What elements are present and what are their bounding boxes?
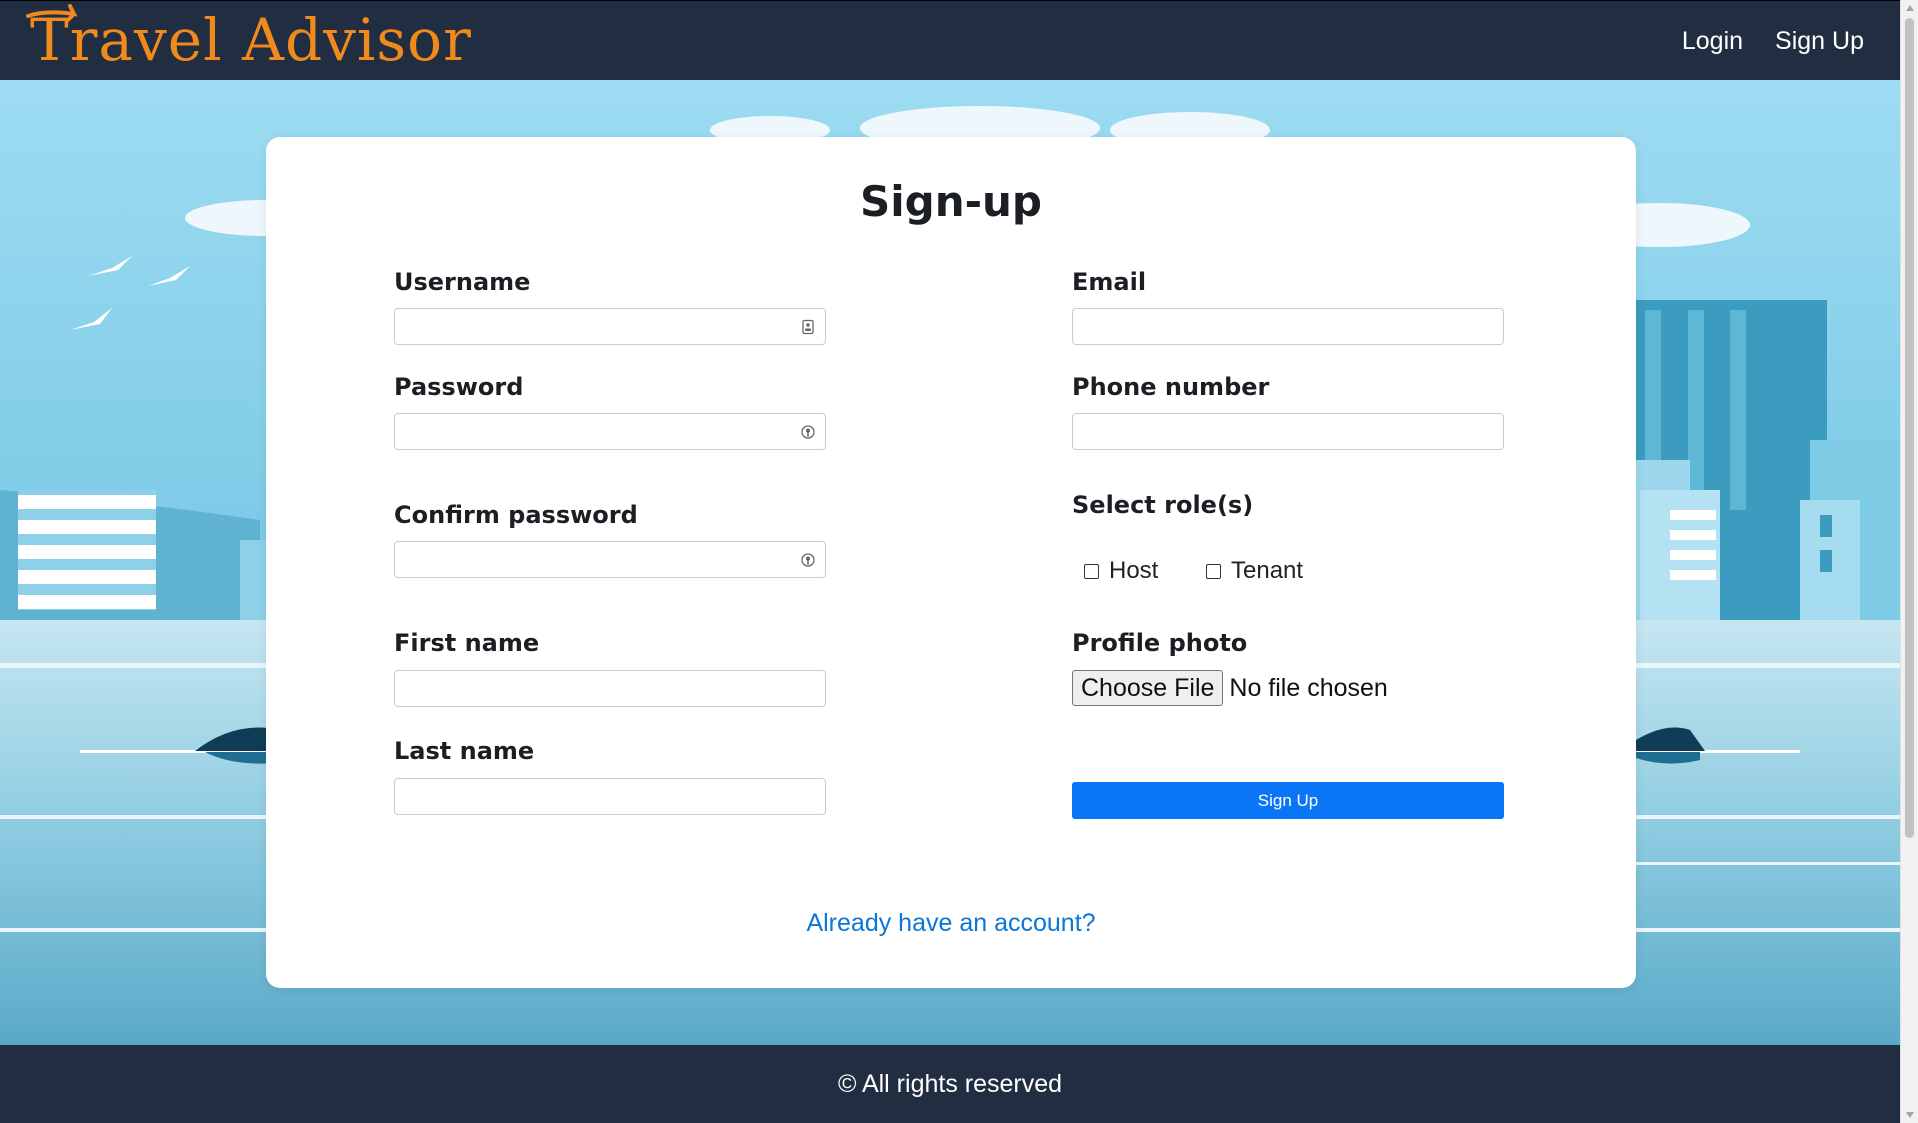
password-label: Password [394, 373, 524, 401]
first-name-label: First name [394, 629, 540, 657]
brand-logo[interactable]: T ravel Advisor [26, 4, 472, 75]
tenant-checkbox-label[interactable]: Tenant [1231, 557, 1303, 585]
email-label: Email [1072, 268, 1147, 296]
last-name-label: Last name [394, 737, 535, 765]
plane-arrow-icon [26, 4, 78, 22]
email-input[interactable] [1072, 308, 1504, 345]
footer-copyright: © All rights reserved [837, 1069, 1063, 1098]
page-title: Sign-up [859, 177, 1042, 226]
scroll-up-arrow-icon[interactable] [1906, 5, 1914, 11]
password-input[interactable] [394, 413, 826, 450]
tenant-checkbox[interactable] [1206, 563, 1221, 579]
nav-links: Login Sign Up [1682, 1, 1864, 81]
phone-label: Phone number [1072, 373, 1270, 401]
signup-submit-button[interactable]: Sign Up [1072, 782, 1504, 819]
host-checkbox[interactable] [1084, 563, 1099, 579]
page-scrollbar[interactable] [1900, 0, 1918, 1123]
role-tenant-option[interactable]: Tenant [1206, 557, 1303, 585]
brand-name: ravel Advisor [69, 6, 472, 74]
key-icon[interactable] [800, 424, 816, 440]
already-have-account-link[interactable]: Already have an account? [266, 909, 1636, 938]
username-input[interactable] [394, 308, 826, 345]
key-icon[interactable] [800, 552, 816, 568]
choose-file-button[interactable]: Choose File [1072, 670, 1224, 706]
scrollbar-thumb[interactable] [1905, 18, 1914, 838]
role-host-option[interactable]: Host [1084, 557, 1158, 585]
brand-plane-letter: T [26, 4, 78, 74]
navbar: T ravel Advisor Login Sign Up [0, 0, 1900, 80]
login-link[interactable]: Login [1682, 27, 1743, 56]
last-name-input[interactable] [394, 778, 826, 815]
first-name-input[interactable] [394, 670, 826, 707]
file-status-text: No file chosen [1229, 673, 1388, 702]
footer: © All rights reserved [0, 1045, 1900, 1123]
confirm-password-input[interactable] [394, 541, 826, 578]
username-label: Username [394, 268, 531, 296]
signup-link[interactable]: Sign Up [1775, 27, 1864, 56]
contact-card-icon[interactable] [800, 319, 816, 335]
phone-input[interactable] [1072, 413, 1504, 450]
host-checkbox-label[interactable]: Host [1109, 557, 1158, 585]
roles-label: Select role(s) [1072, 491, 1254, 519]
profile-photo-label: Profile photo [1072, 629, 1248, 657]
confirm-password-label: Confirm password [394, 501, 638, 529]
scroll-down-arrow-icon[interactable] [1906, 1112, 1914, 1118]
profile-photo-input: Choose File No file chosen [1072, 670, 1388, 706]
signup-card: Sign-up Username Password Confirm passwo… [266, 137, 1636, 988]
